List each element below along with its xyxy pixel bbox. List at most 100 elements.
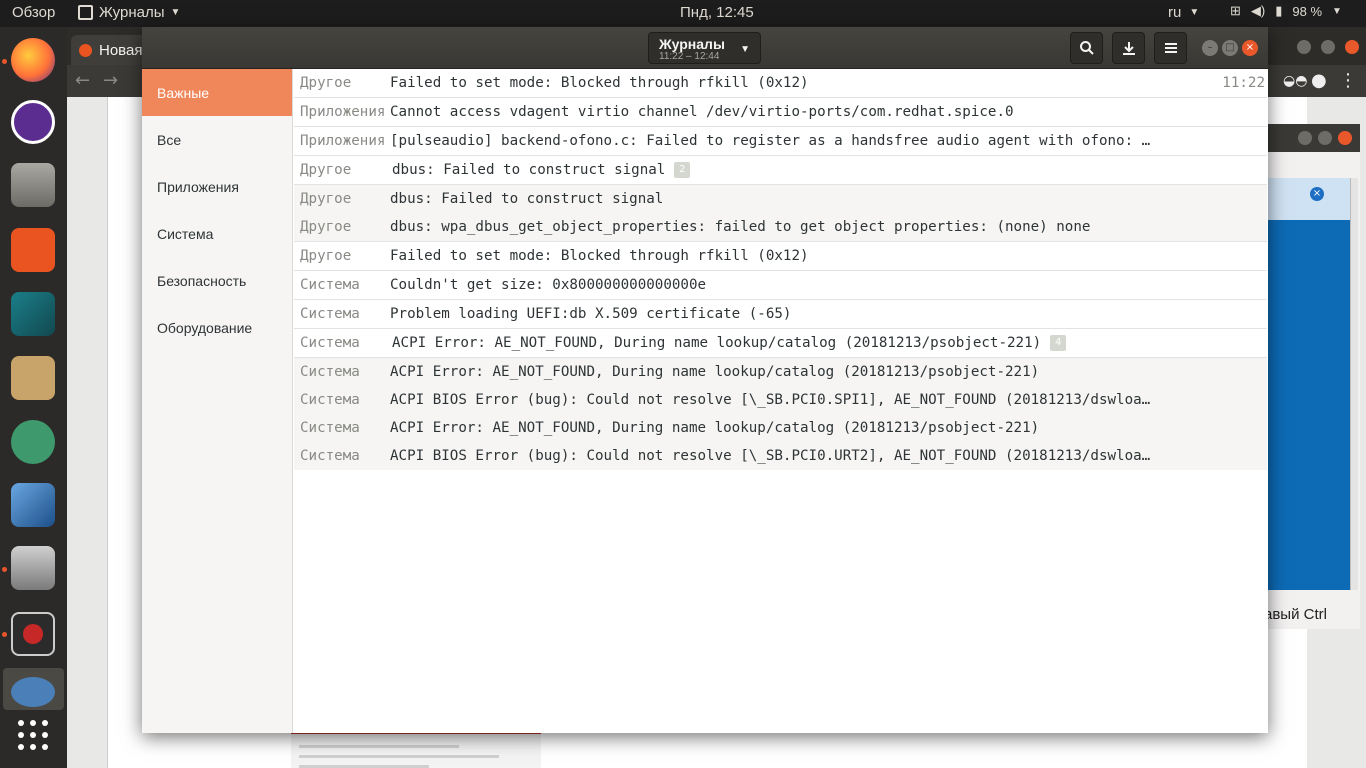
close-icon[interactable] <box>1338 131 1352 145</box>
forward-icon[interactable]: → <box>103 70 118 91</box>
document-thumbnail <box>291 732 541 768</box>
log-message: Couldn't get size: 0x800000000000000e <box>390 277 707 293</box>
sidebar-item-label: Система <box>157 225 214 242</box>
log-category: Система <box>300 364 360 380</box>
chevron-down-icon: ▼ <box>1332 5 1342 17</box>
minimize-icon[interactable] <box>1298 131 1312 145</box>
chevron-down-icon: ▼ <box>740 44 750 55</box>
log-category: Другое <box>300 162 352 178</box>
running-indicator <box>2 632 7 637</box>
installer-icon[interactable] <box>8 543 58 593</box>
app-menu[interactable]: Журналы ▼ <box>78 4 180 21</box>
log-category: Система <box>300 277 360 293</box>
battery-icon: ▮ <box>1275 3 1283 18</box>
maximize-icon[interactable] <box>1321 40 1335 54</box>
log-message: ACPI BIOS Error (bug): Could not resolve… <box>390 392 1151 408</box>
minimize-icon[interactable]: – <box>1202 40 1218 56</box>
count-badge: 4 <box>1050 335 1067 351</box>
doc-line <box>299 755 499 758</box>
account-icon[interactable]: ● <box>1311 70 1327 91</box>
sidebar-item-all[interactable]: Все <box>142 116 292 163</box>
activities-button[interactable]: Обзор <box>12 4 55 21</box>
log-group-row[interactable]: Другое dbus: Failed to construct signal … <box>294 156 1267 185</box>
log-category: Другое <box>300 75 352 91</box>
sidebar-item-label: Все <box>157 131 182 148</box>
vm-screen <box>1268 220 1350 590</box>
store-bag-icon[interactable] <box>8 289 58 339</box>
back-icon[interactable]: ← <box>75 70 90 91</box>
close-icon[interactable]: × <box>1242 40 1258 56</box>
log-group-row[interactable]: Система ACPI Error: AE_NOT_FOUND, During… <box>294 329 1267 358</box>
log-row[interactable]: Система ACPI BIOS Error (bug): Could not… <box>294 442 1267 470</box>
log-row[interactable]: Другое Failed to set mode: Blocked throu… <box>294 69 1267 98</box>
log-row[interactable]: Система ACPI BIOS Error (bug): Could not… <box>294 386 1267 414</box>
log-row[interactable]: Система Problem loading UEFI:db X.509 ce… <box>294 300 1267 329</box>
log-row[interactable]: Приложения Cannot access vdagent virtio … <box>294 98 1267 127</box>
log-message: dbus: wpa_dbus_get_object_properties: fa… <box>390 219 1091 235</box>
running-indicator <box>2 59 7 64</box>
log-category: Система <box>300 392 360 408</box>
log-message: ACPI Error: AE_NOT_FOUND, During name lo… <box>390 420 1040 436</box>
vm-scrollbar[interactable] <box>1350 178 1358 590</box>
sidebar-item-applications[interactable]: Приложения <box>142 163 292 210</box>
log-category: Приложения <box>300 133 386 149</box>
sidebar-item-hardware[interactable]: Оборудование <box>142 304 292 351</box>
log-row[interactable]: Другое dbus: wpa_dbus_get_object_propert… <box>294 213 1267 242</box>
count-badge: 2 <box>674 162 691 178</box>
vm-close-icon[interactable]: × <box>1310 187 1324 201</box>
maximize-icon[interactable] <box>1318 131 1332 145</box>
log-message: ACPI Error: AE_NOT_FOUND, During name lo… <box>390 364 1040 380</box>
log-category: Система <box>300 448 360 464</box>
log-category: Система <box>300 335 360 351</box>
chevron-down-icon: ▼ <box>170 7 181 18</box>
log-row[interactable]: Другое Failed to set mode: Blocked throu… <box>294 242 1267 271</box>
journal-selector[interactable]: Журналы 11:22 – 12:44 ▼ <box>648 32 761 64</box>
logs-app-icon <box>78 5 93 20</box>
sidebar-item-important[interactable]: Важные <box>142 69 292 116</box>
ubuntu-logo-icon <box>79 44 92 57</box>
sidebar-item-label: Приложения <box>157 178 239 195</box>
close-icon[interactable] <box>1345 40 1359 54</box>
sidebar-item-label: Безопасность <box>157 272 247 289</box>
volume-icon: ◀) <box>1250 3 1266 18</box>
sidebar-item-security[interactable]: Безопасность <box>142 257 292 304</box>
category-sidebar: Важные Все Приложения Система Безопаснос… <box>142 69 293 733</box>
log-row[interactable]: Другое dbus: Failed to construct signal <box>294 185 1267 213</box>
vm-panel <box>1268 178 1350 220</box>
export-button[interactable] <box>1112 32 1145 64</box>
menu-button[interactable] <box>1154 32 1187 64</box>
log-message: dbus: Failed to construct signal <box>392 162 666 178</box>
keyboard-layout[interactable]: ru ▼ <box>1168 4 1199 21</box>
log-message: ACPI Error: AE_NOT_FOUND, During name lo… <box>392 335 1042 351</box>
running-indicator <box>2 567 7 572</box>
firefox-icon[interactable] <box>8 35 58 85</box>
log-row[interactable]: Система ACPI Error: AE_NOT_FOUND, During… <box>294 414 1267 442</box>
log-row[interactable]: Система Couldn't get size: 0x80000000000… <box>294 271 1267 300</box>
maximize-icon[interactable]: □ <box>1222 40 1238 56</box>
browser-tab-label: Новая <box>99 42 143 59</box>
archive-manager-icon[interactable] <box>8 353 58 403</box>
log-row[interactable]: Система ACPI Error: AE_NOT_FOUND, During… <box>294 358 1267 386</box>
log-time: 11:22 <box>1222 75 1265 91</box>
show-apps-icon[interactable] <box>8 710 58 760</box>
search-button[interactable] <box>1070 32 1103 64</box>
clock[interactable]: Пнд, 12:45 <box>680 4 754 21</box>
files-icon[interactable] <box>8 160 58 210</box>
log-message: Cannot access vdagent virtio channel /de… <box>390 104 1014 120</box>
software-center-icon[interactable] <box>8 225 58 275</box>
menu-icon[interactable]: ⋮ <box>1339 70 1357 91</box>
sidebar-item-label: Важные <box>157 84 210 101</box>
log-row[interactable]: Приложения [pulseaudio] backend-ofono.c:… <box>294 127 1267 156</box>
sidebar-item-system[interactable]: Система <box>142 210 292 257</box>
logs-window: Журналы 11:22 – 12:44 ▼ – □ × Важные Все… <box>142 27 1268 733</box>
launcher-dock <box>0 27 67 768</box>
system-tray[interactable]: ⊞ ◀) ▮ 98 % ▼ <box>1230 3 1342 19</box>
blocked-app-icon[interactable] <box>8 609 58 659</box>
log-category: Система <box>300 306 360 322</box>
minimize-icon[interactable] <box>1297 40 1311 54</box>
atom-icon[interactable] <box>8 417 58 467</box>
rhythmbox-icon[interactable] <box>8 97 58 147</box>
keyboard-layout-label: ru <box>1168 4 1182 21</box>
virtualbox-icon[interactable] <box>8 480 58 530</box>
log-category: Приложения <box>300 104 386 120</box>
